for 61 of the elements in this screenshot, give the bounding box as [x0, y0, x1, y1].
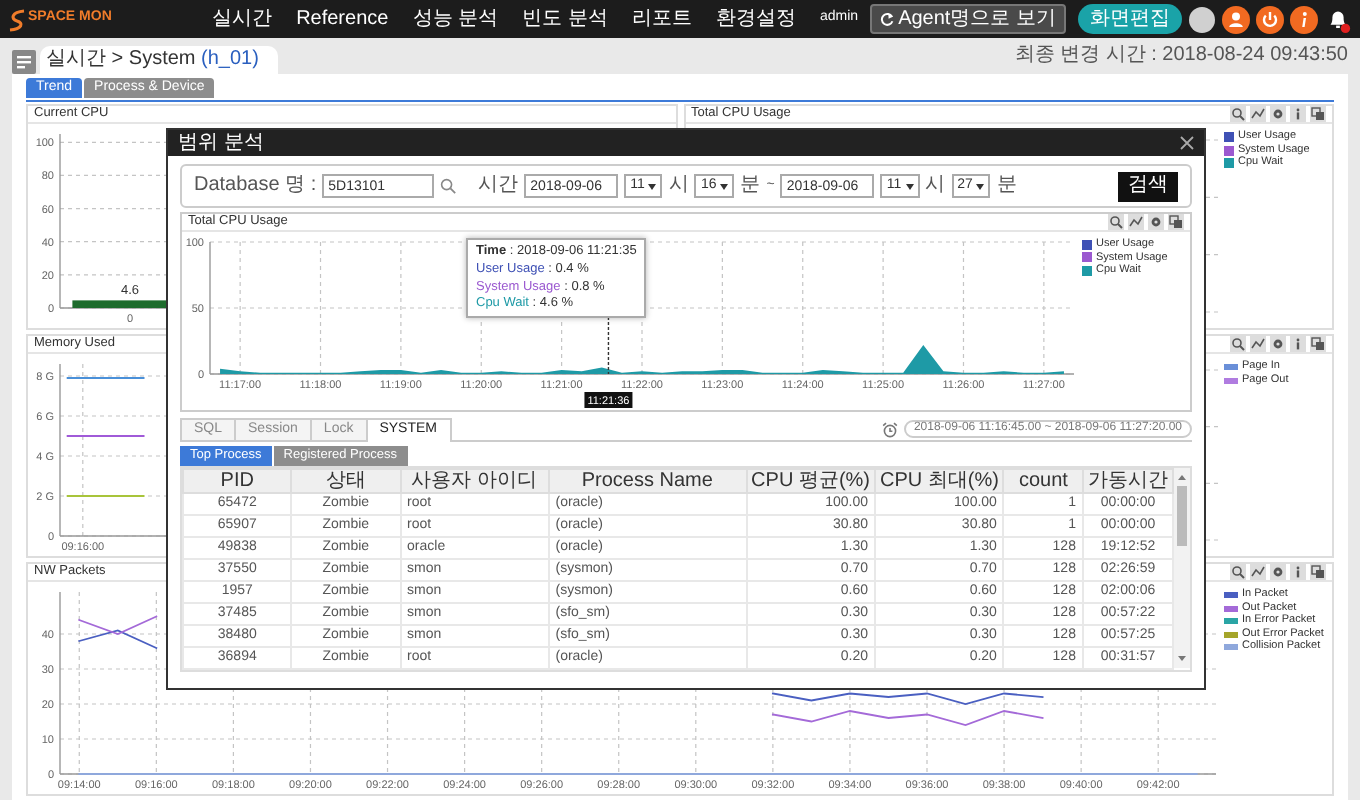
unit-label: 시: [668, 174, 689, 198]
menu-item[interactable]: 리포트: [631, 7, 692, 31]
line-chart-icon[interactable]: [1128, 214, 1144, 230]
swoosh-icon: [8, 7, 26, 31]
settings-icon[interactable]: [1270, 564, 1286, 581]
caret-icon: [976, 183, 985, 189]
zoom-icon[interactable]: [1230, 106, 1246, 123]
alarm-clock-icon[interactable]: [881, 421, 898, 438]
unit-label: 분: [740, 174, 761, 198]
info-icon[interactable]: [1290, 106, 1306, 123]
dialog-title: 범위 분석: [178, 131, 264, 155]
breadcrumb: 실시간 > System (h_01): [40, 46, 279, 74]
zoom-icon[interactable]: [1108, 214, 1124, 230]
refresh-icon: [880, 12, 895, 26]
column-header: 상태: [291, 469, 401, 494]
menu-item[interactable]: Reference: [296, 7, 389, 31]
unit-label: 시: [925, 174, 946, 198]
zoom-icon[interactable]: [1230, 564, 1246, 581]
data-line: [66, 435, 145, 438]
info-icon[interactable]: [1290, 5, 1318, 33]
menu-item[interactable]: 빈도 분석: [522, 7, 608, 31]
menu-item[interactable]: 실시간: [212, 7, 273, 31]
menu-icon[interactable]: [12, 50, 36, 74]
zoom-icon[interactable]: [1230, 336, 1246, 353]
expand-icon[interactable]: [1168, 214, 1184, 230]
search-button[interactable]: 검색: [1118, 171, 1178, 201]
settings-icon[interactable]: [1270, 106, 1286, 123]
avatar-icon[interactable]: [1188, 5, 1216, 33]
power-icon[interactable]: [1256, 5, 1284, 33]
unit-label: 분: [996, 174, 1017, 198]
field-label: 시간: [478, 174, 519, 198]
column-header: PID: [183, 469, 292, 494]
info-icon[interactable]: [1290, 336, 1306, 353]
line-chart-icon[interactable]: [1250, 336, 1266, 353]
column-header: 가동시간: [1082, 469, 1173, 494]
user-icon[interactable]: [1222, 5, 1250, 33]
data-line: [66, 495, 145, 498]
field-label: Database 명 :: [194, 174, 317, 198]
search-icon[interactable]: [440, 178, 457, 194]
column-header: count: [1003, 469, 1083, 494]
column-header: Process Name: [548, 469, 747, 494]
data-line: [66, 377, 145, 380]
line-chart-icon[interactable]: [1250, 106, 1266, 123]
expand-icon[interactable]: [1310, 336, 1326, 353]
info-icon[interactable]: [1290, 564, 1306, 581]
settings-icon[interactable]: [1270, 336, 1286, 353]
caret-icon: [905, 183, 914, 189]
last-changed-time: 최종 변경 시간 : 2018-08-24 09:43:50: [1014, 44, 1348, 68]
expand-icon[interactable]: [1310, 564, 1326, 581]
agent-view-button[interactable]: Agent명으로 보기: [870, 4, 1066, 34]
close-icon[interactable]: [1180, 136, 1194, 150]
column-header: 사용자 아이디: [400, 469, 549, 494]
menu-item[interactable]: 성능 분석: [412, 7, 499, 31]
expand-icon[interactable]: [1310, 106, 1326, 123]
caret-icon: [720, 183, 729, 189]
caret-icon: [648, 183, 657, 189]
menu-item[interactable]: 환경설정: [715, 7, 796, 31]
settings-icon[interactable]: [1148, 214, 1164, 230]
line-chart-icon[interactable]: [1250, 564, 1266, 581]
column-header: CPU 평균(%): [746, 469, 875, 494]
column-header: CPU 최대(%): [875, 469, 1004, 494]
